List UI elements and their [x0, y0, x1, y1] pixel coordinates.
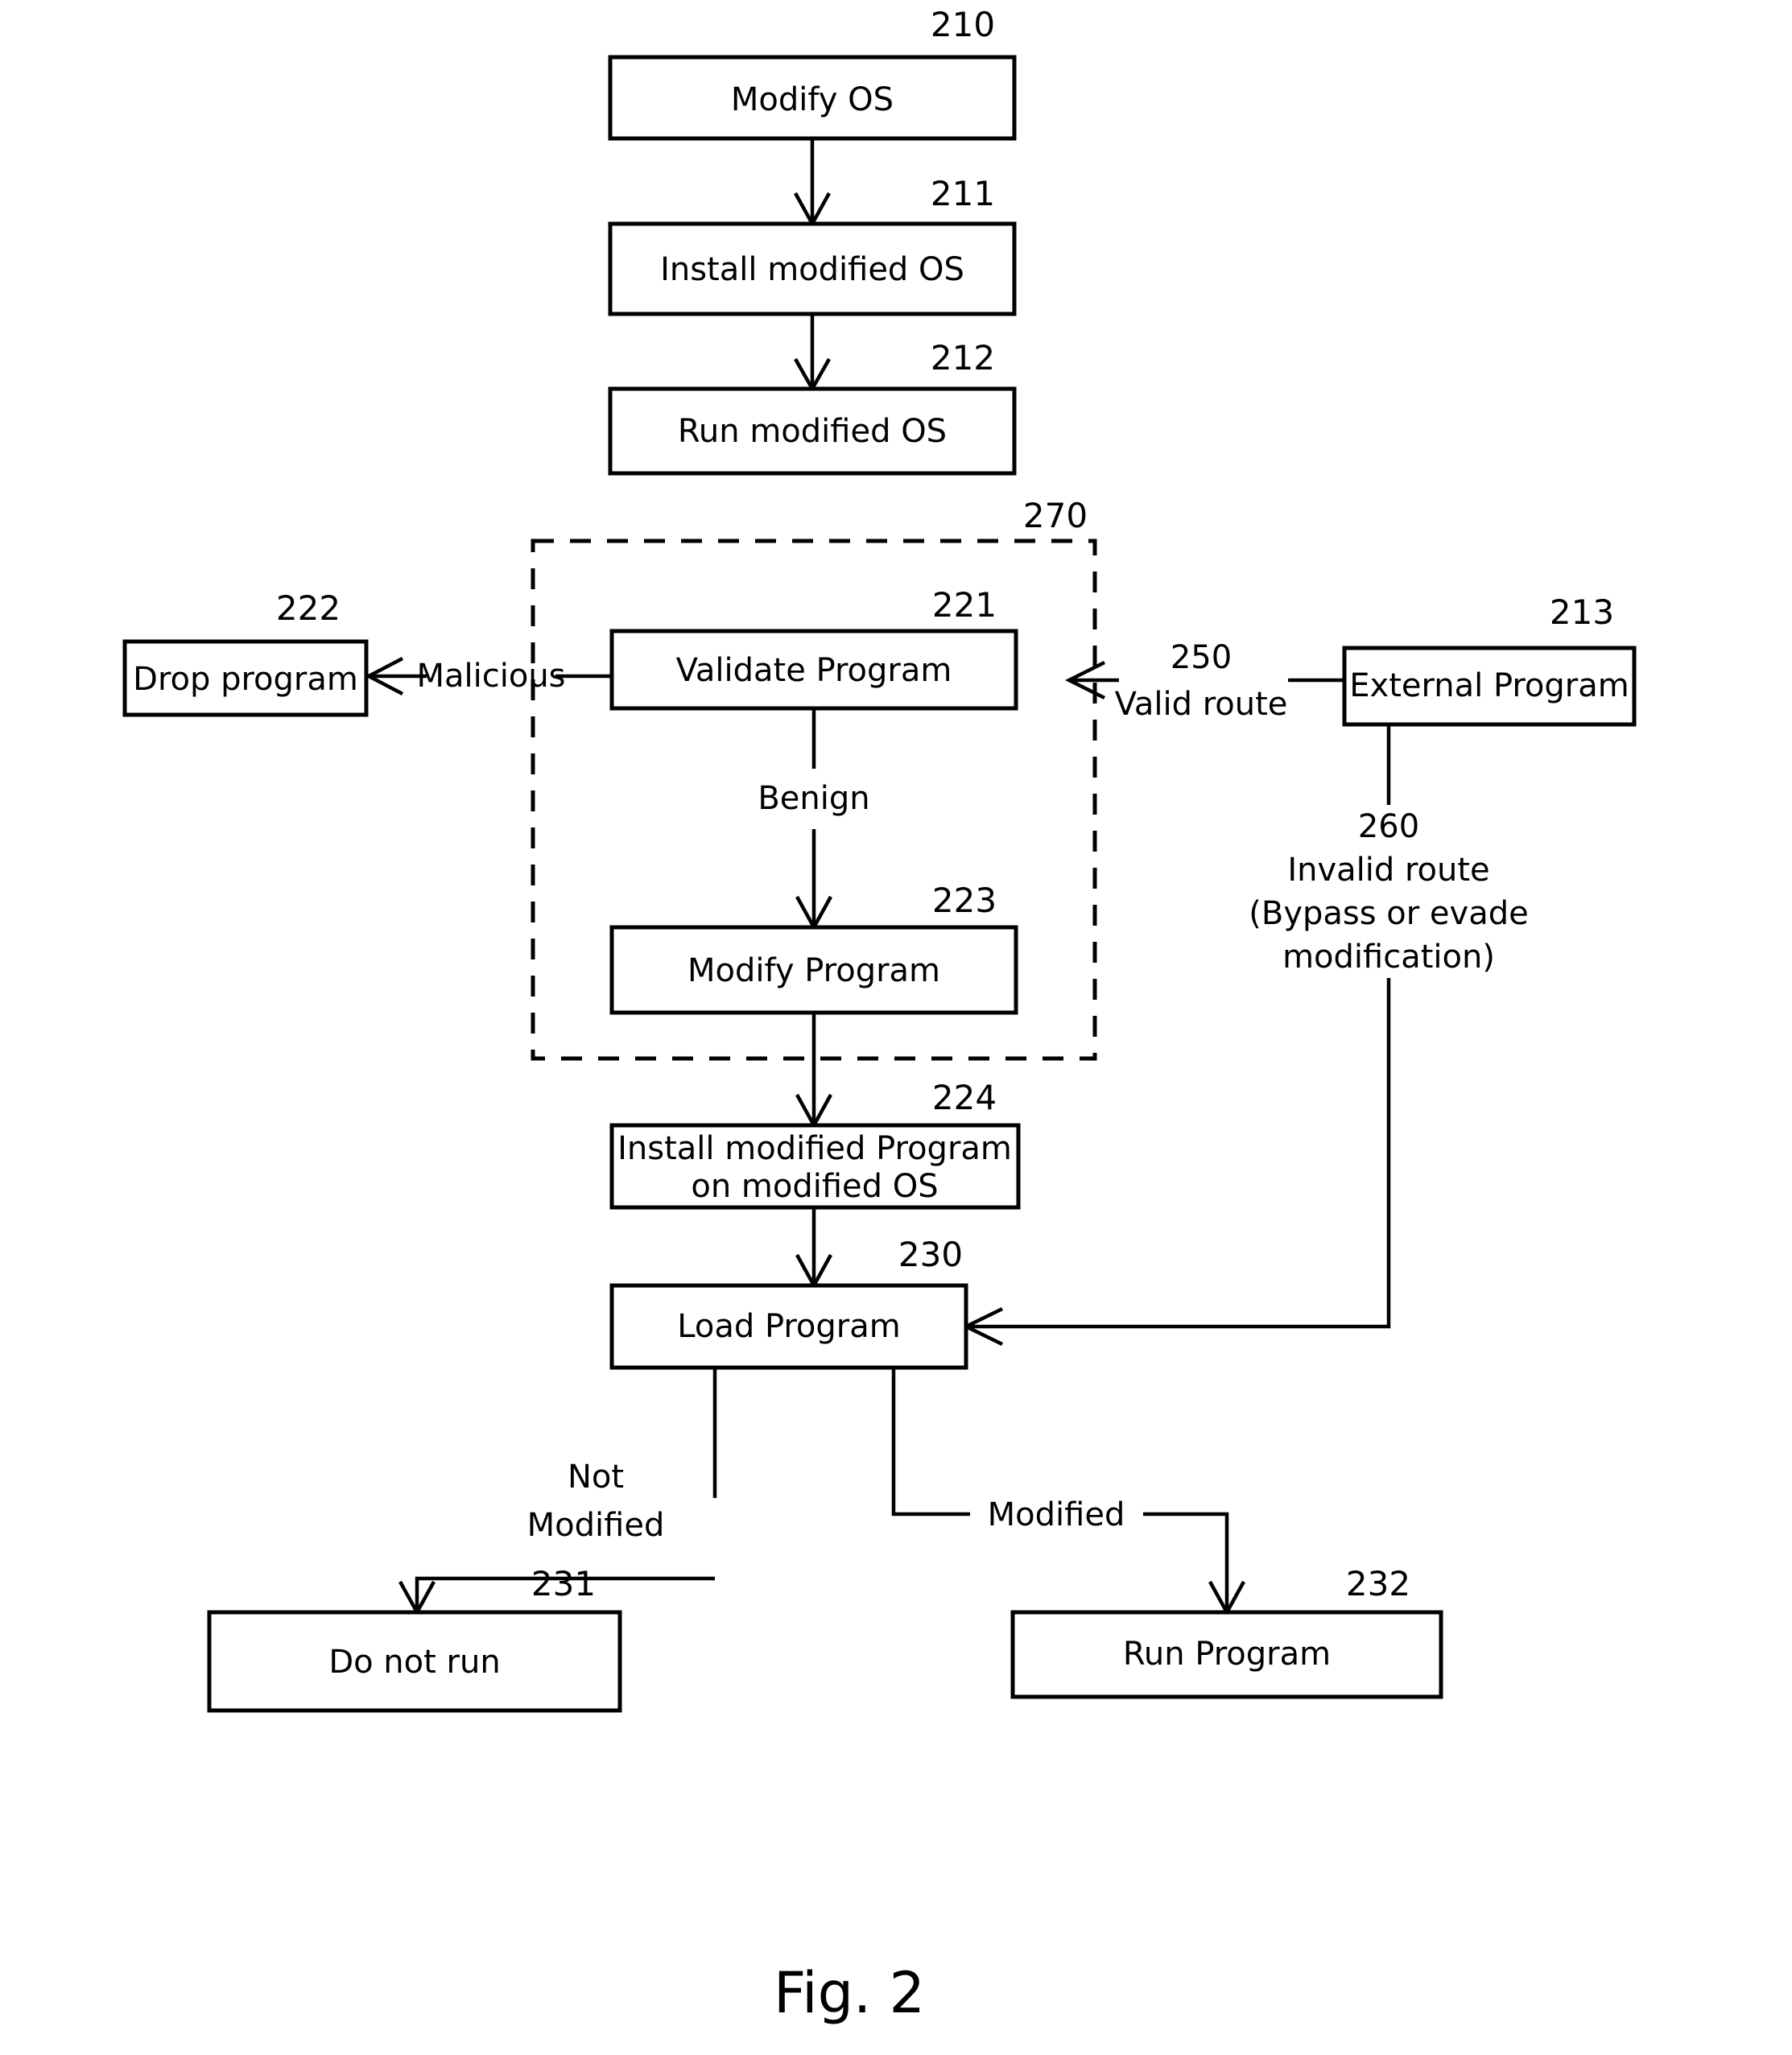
node-230: Load Program 230 [609, 1235, 968, 1370]
ref-232: 232 [1346, 1564, 1410, 1603]
ref-260: 260 [1358, 808, 1419, 845]
edge-valid-route: 250 Valid route [1064, 639, 1344, 723]
ref-210: 210 [931, 5, 995, 44]
box-224-label-line1: Install modified Program [617, 1130, 1012, 1167]
arrow-223-to-224 [795, 1013, 832, 1129]
box-221-label: Validate Program [676, 652, 952, 689]
box-232-label: Run Program [1123, 1636, 1331, 1673]
ref-221: 221 [932, 585, 997, 625]
route-label-invalid-3: modification) [1282, 939, 1495, 976]
arrow-210-to-211 [794, 138, 831, 228]
edge-label-not-modified-2: Modified [527, 1507, 665, 1544]
edge-label-malicious: Malicious [416, 658, 565, 695]
ref-231: 231 [531, 1564, 596, 1603]
node-231: Do not run 231 [207, 1564, 622, 1713]
edge-benign: Benign [758, 708, 870, 931]
node-213: External Program 213 [1342, 592, 1637, 727]
edge-invalid-route: 260 Invalid route (Bypass or evade modif… [961, 724, 1529, 1347]
patent-figure: Modify OS 210 Install modified OS 211 Ru… [0, 0, 1792, 2055]
arrow-211-to-212 [794, 314, 831, 393]
box-231-label: Do not run [328, 1644, 500, 1681]
ref-223: 223 [932, 881, 997, 920]
figure-caption: Fig. 2 [774, 1960, 925, 2026]
box-211-label: Install modified OS [660, 251, 964, 288]
ref-222: 222 [276, 588, 341, 628]
edge-modified: Modified [891, 1368, 1245, 1616]
node-222: Drop program 222 [122, 588, 369, 717]
route-label-invalid-1: Invalid route [1287, 852, 1489, 889]
ref-230: 230 [898, 1235, 963, 1274]
node-221: Validate Program 221 [609, 585, 1018, 711]
box-212-label: Run modified OS [678, 413, 947, 450]
edge-label-modified: Modified [988, 1496, 1125, 1533]
flowchart-svg: Modify OS 210 Install modified OS 211 Ru… [122, 5, 1637, 2026]
ref-250: 250 [1171, 639, 1232, 676]
box-210-label: Modify OS [731, 81, 894, 118]
box-223-label: Modify Program [687, 952, 940, 989]
ref-213: 213 [1550, 592, 1614, 632]
box-222-label: Drop program [133, 661, 358, 698]
ref-212: 212 [931, 338, 995, 378]
arrow-224-to-230 [795, 1207, 832, 1290]
box-230-label: Load Program [677, 1308, 900, 1345]
box-224-label-line2: on modified OS [691, 1168, 938, 1205]
route-label-invalid-2: (Bypass or evade [1249, 895, 1528, 932]
box-213-label: External Program [1349, 667, 1629, 704]
edge-malicious: Malicious [365, 657, 612, 695]
route-label-valid: Valid route [1115, 686, 1288, 723]
ref-270: 270 [1023, 496, 1088, 535]
node-210: Modify OS 210 [608, 5, 1017, 141]
edge-label-benign: Benign [758, 780, 869, 817]
ref-224: 224 [932, 1078, 997, 1117]
edge-label-not-modified-1: Not [568, 1459, 624, 1496]
ref-211: 211 [931, 174, 995, 213]
